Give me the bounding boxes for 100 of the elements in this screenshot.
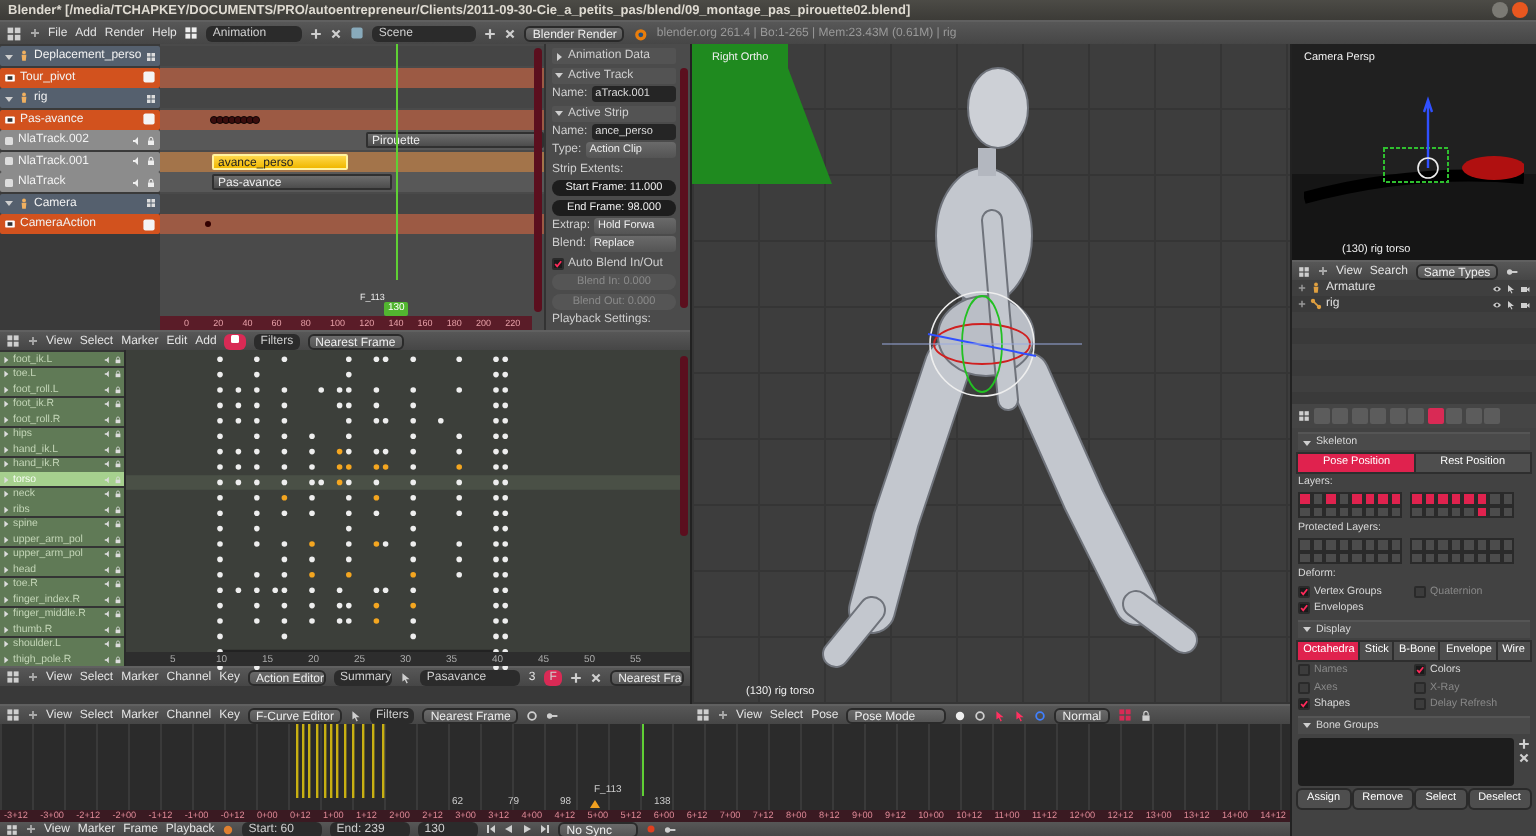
push-down-icon[interactable]	[142, 70, 156, 84]
keyframe-marker[interactable]	[281, 402, 288, 409]
keyframe-marker[interactable]	[410, 541, 416, 547]
collapse-icon[interactable]	[718, 710, 728, 720]
mute-icon[interactable]	[132, 177, 142, 187]
keyframe-marker[interactable]	[410, 618, 416, 624]
keyframe-marker[interactable]	[217, 402, 223, 409]
keyframe-marker[interactable]	[373, 602, 380, 609]
keyframe-marker[interactable]	[346, 387, 352, 393]
keyframe-marker[interactable]	[346, 418, 352, 424]
keyframe-marker[interactable]	[493, 541, 499, 547]
keyframe-marker[interactable]	[217, 525, 223, 532]
keyframe-marker[interactable]	[410, 402, 416, 409]
keyframe-marker[interactable]	[281, 587, 288, 593]
keyframe-marker[interactable]	[373, 418, 380, 424]
keyframe-marker[interactable]	[493, 479, 499, 486]
lock-icon[interactable]	[114, 385, 122, 394]
keyframe-marker[interactable]	[373, 448, 380, 455]
checkbox[interactable]	[1298, 602, 1310, 614]
keyframe-marker[interactable]	[410, 448, 416, 455]
remove-icon[interactable]	[1518, 751, 1530, 763]
keyframe-marker[interactable]	[217, 356, 223, 362]
keyframe-marker[interactable]	[502, 464, 508, 470]
keyframe-marker[interactable]	[502, 633, 508, 640]
layout-icon[interactable]	[184, 26, 199, 40]
keyframe-marker[interactable]	[346, 464, 352, 470]
keyframe-marker[interactable]	[493, 402, 499, 409]
checkbox[interactable]	[1414, 585, 1426, 597]
keyframe-marker[interactable]	[281, 356, 288, 362]
keyframe-marker[interactable]	[502, 356, 508, 362]
keyframe-marker[interactable]	[309, 448, 315, 455]
keyframe-marker[interactable]	[281, 495, 288, 501]
keyframe-marker[interactable]	[254, 510, 260, 516]
keyframe-marker[interactable]	[502, 418, 508, 424]
keyframe-marker[interactable]	[373, 541, 380, 547]
keyframe-marker[interactable]	[254, 356, 260, 362]
keyframe-marker[interactable]	[493, 633, 499, 640]
keyframe-marker[interactable]	[217, 602, 223, 609]
keyframe-marker[interactable]	[373, 387, 380, 393]
keyframe-marker[interactable]	[235, 479, 242, 486]
keyframe-marker[interactable]	[373, 479, 380, 486]
lock-icon[interactable]	[114, 610, 122, 619]
layer-toggle[interactable]	[1488, 538, 1501, 551]
keyframe-marker[interactable]	[336, 402, 343, 409]
layer-toggle[interactable]	[1298, 492, 1311, 505]
keyframe-marker[interactable]	[346, 510, 352, 516]
mute-icon[interactable]	[132, 156, 142, 166]
keyframe-marker[interactable]	[438, 418, 444, 424]
keyframe-marker[interactable]	[235, 418, 242, 424]
checkbox[interactable]	[1414, 681, 1426, 693]
keyframe-marker[interactable]	[456, 433, 462, 439]
keyframe-marker[interactable]	[373, 464, 380, 470]
checkbox[interactable]	[1298, 681, 1310, 693]
keyframe-marker[interactable]	[309, 587, 315, 593]
keyframe-marker[interactable]	[281, 633, 288, 640]
scrollbar[interactable]	[680, 68, 688, 308]
close-icon[interactable]	[330, 27, 343, 39]
layer-toggle[interactable]	[1436, 492, 1449, 505]
keyframe-marker[interactable]	[502, 479, 508, 486]
keyframe-marker[interactable]	[373, 402, 380, 409]
record-icon[interactable]	[222, 823, 235, 835]
keyframe-marker[interactable]	[502, 387, 508, 393]
lock-icon[interactable]	[114, 655, 122, 664]
keyframe-marker[interactable]	[502, 572, 508, 578]
layer-toggle[interactable]	[1410, 538, 1423, 551]
lock-icon[interactable]	[114, 565, 122, 574]
keyframe-marker[interactable]	[456, 572, 462, 578]
keyframe-marker[interactable]	[254, 525, 260, 532]
minimize-button[interactable]	[1492, 2, 1508, 18]
keyframe-marker[interactable]	[309, 464, 315, 470]
keyframe-marker[interactable]	[493, 587, 499, 593]
keyframe-marker[interactable]	[235, 587, 242, 593]
keyframe-marker[interactable]	[346, 618, 352, 624]
keyframe-marker[interactable]	[235, 402, 242, 409]
key-icon[interactable]	[1506, 265, 1519, 277]
keyframe-marker[interactable]	[217, 448, 223, 455]
lock-icon[interactable]	[114, 520, 122, 529]
manipulator-icon[interactable]	[994, 709, 1007, 721]
visibility-icon[interactable]	[1492, 283, 1502, 293]
pivot-icon[interactable]	[526, 709, 539, 721]
keyframe-marker[interactable]	[336, 448, 343, 455]
keyframe-marker[interactable]	[373, 510, 380, 516]
keyframe-marker[interactable]	[502, 495, 508, 501]
render-icon[interactable]	[1520, 299, 1530, 309]
keyframe-marker[interactable]	[456, 479, 462, 486]
add-icon[interactable]	[1518, 737, 1530, 749]
lock-icon[interactable]	[114, 490, 122, 499]
layer-toggle[interactable]	[1488, 492, 1501, 505]
keyframe-marker[interactable]	[254, 495, 260, 501]
lock-icon[interactable]	[1139, 709, 1152, 721]
add-icon[interactable]	[570, 671, 583, 683]
cursor-icon[interactable]	[400, 671, 413, 683]
checkbox[interactable]	[1298, 585, 1310, 597]
keyframe-marker[interactable]	[502, 371, 508, 378]
keyframe-marker[interactable]	[456, 464, 462, 470]
keyframe-marker[interactable]	[493, 602, 499, 609]
keyframe-marker[interactable]	[217, 495, 223, 501]
jump-start-icon[interactable]	[486, 824, 497, 834]
visibility-icon[interactable]	[1492, 299, 1502, 309]
keyframe-marker[interactable]	[410, 510, 416, 516]
